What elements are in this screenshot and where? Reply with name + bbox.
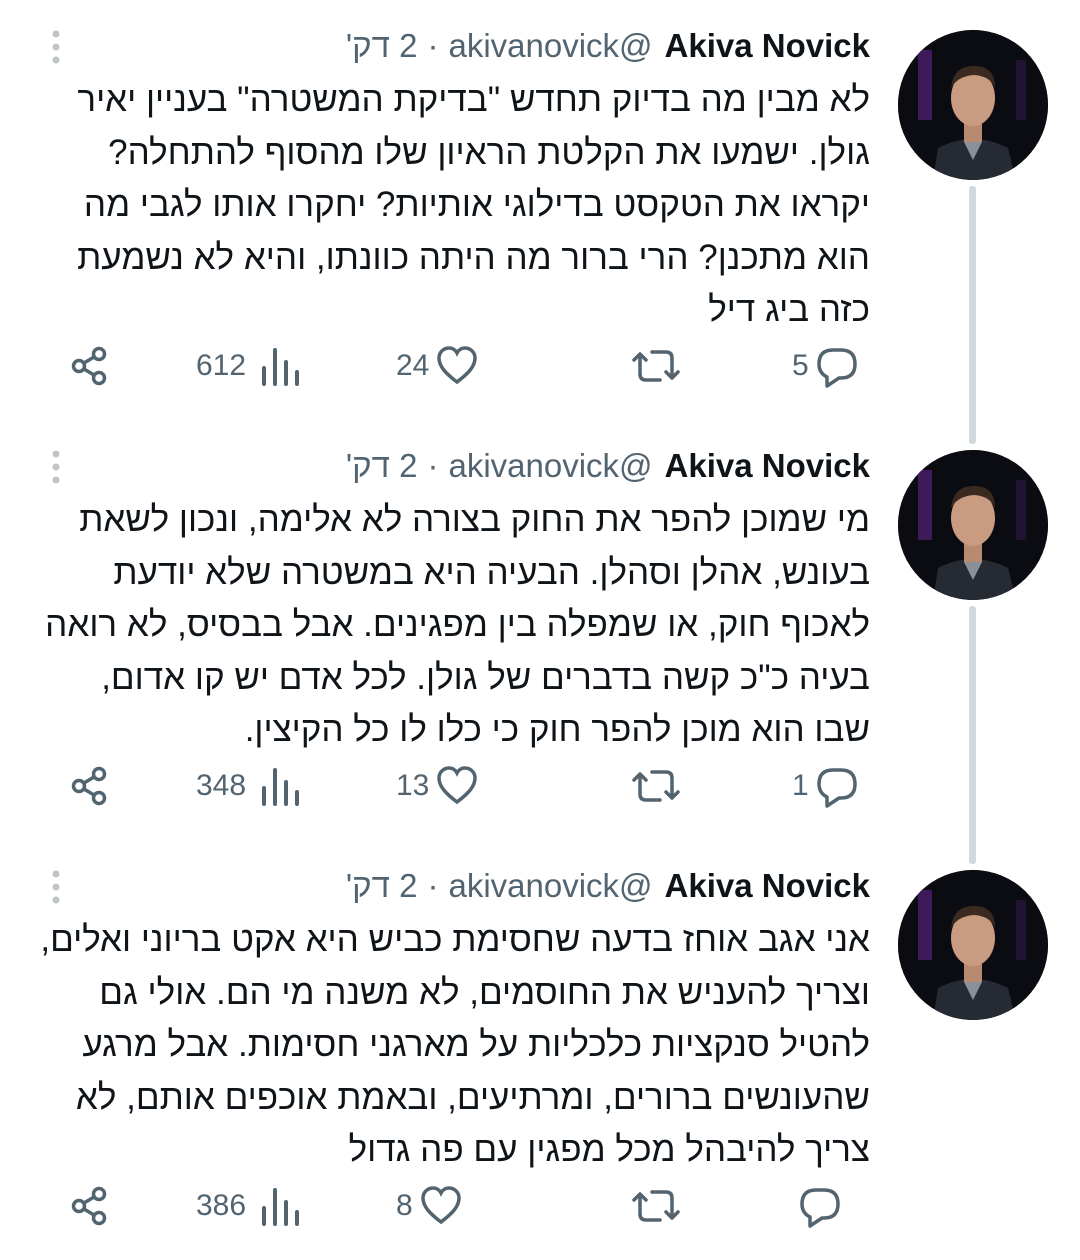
likes-count: 8 [396, 1189, 413, 1222]
reply-button[interactable]: 5 [792, 336, 859, 396]
like-button[interactable]: 13 [396, 756, 479, 816]
views-count: 348 [196, 769, 247, 802]
more-vertical-icon[interactable] [42, 870, 70, 904]
replies-count: 5 [792, 349, 809, 382]
retweet-button[interactable] [630, 336, 682, 396]
tweet-actions: 386 8 [0, 1176, 1080, 1236]
like-button[interactable]: 24 [396, 336, 479, 396]
views-button[interactable]: 612 [196, 336, 302, 396]
thread-line [969, 606, 976, 864]
heart-icon [437, 766, 478, 805]
views-button[interactable]: 348 [196, 756, 302, 816]
views-icon [262, 1188, 300, 1226]
tweet-actions: 612 24 5 [0, 336, 1080, 396]
timestamp[interactable]: 2 דק' [346, 27, 418, 65]
share-icon [71, 1186, 107, 1226]
author-handle[interactable]: @akivanovick [448, 867, 652, 905]
separator: · [427, 867, 439, 904]
heart-icon [437, 346, 478, 385]
likes-count: 24 [396, 349, 430, 382]
timestamp[interactable]: 2 דק' [346, 447, 418, 485]
tweet[interactable]: Akiva Novick @akivanovick · 2 דק' מי שמו… [0, 420, 1080, 864]
avatar[interactable] [898, 30, 1048, 180]
likes-count: 13 [396, 769, 430, 802]
share-icon [71, 346, 107, 386]
thread-line [969, 186, 976, 444]
tweet-actions: 348 13 1 [0, 756, 1080, 816]
share-button[interactable] [68, 336, 112, 396]
retweet-icon [632, 770, 680, 802]
heart-icon [420, 1186, 461, 1225]
share-icon [71, 766, 107, 806]
views-count: 612 [196, 349, 247, 382]
author-name[interactable]: Akiva Novick [665, 447, 870, 485]
reply-button[interactable] [792, 1176, 842, 1236]
tweet[interactable]: Akiva Novick @akivanovick · 2 דק' אני אג… [0, 840, 1080, 1260]
share-button[interactable] [68, 756, 112, 816]
author-name[interactable]: Akiva Novick [665, 27, 870, 65]
avatar-photo [898, 870, 1048, 1020]
views-icon [262, 348, 300, 386]
share-button[interactable] [68, 1176, 112, 1236]
tweet-text: אני אגב אוחז בדעה שחסימת כביש היא אקט בר… [30, 920, 870, 1169]
tweet-text: לא מבין מה בדיוק תחדש "בדיקת המשטרה" בענ… [67, 80, 870, 329]
views-icon [262, 768, 300, 806]
author-handle[interactable]: @akivanovick [448, 27, 652, 65]
retweet-button[interactable] [630, 1176, 682, 1236]
like-button[interactable]: 8 [396, 1176, 463, 1236]
reply-icon [800, 1188, 840, 1228]
tweet-text: מי שמוכן להפר את החוק בצורה לא אלימה, ונ… [35, 500, 870, 749]
reply-icon [816, 768, 857, 808]
tweet-header: Akiva Novick @akivanovick · 2 דק' [346, 446, 870, 486]
avatar-photo [898, 30, 1048, 180]
views-button[interactable]: 386 [196, 1176, 302, 1236]
retweet-button[interactable] [630, 756, 682, 816]
reply-button[interactable]: 1 [792, 756, 859, 816]
more-vertical-icon[interactable] [42, 30, 70, 64]
reply-icon [816, 348, 857, 388]
separator: · [427, 447, 439, 484]
tweet-header: Akiva Novick @akivanovick · 2 דק' [346, 866, 870, 906]
avatar[interactable] [898, 870, 1048, 1020]
replies-count: 1 [792, 769, 809, 802]
more-vertical-icon[interactable] [42, 450, 70, 484]
separator: · [427, 27, 439, 64]
avatar-photo [898, 450, 1048, 600]
avatar[interactable] [898, 450, 1048, 600]
timestamp[interactable]: 2 דק' [346, 867, 418, 905]
author-name[interactable]: Akiva Novick [665, 867, 870, 905]
tweet[interactable]: Akiva Novick @akivanovick · 2 דק' לא מבי… [0, 0, 1080, 444]
tweet-header: Akiva Novick @akivanovick · 2 דק' [346, 26, 870, 66]
author-handle[interactable]: @akivanovick [448, 447, 652, 485]
retweet-icon [632, 350, 680, 382]
retweet-icon [632, 1190, 680, 1222]
views-count: 386 [196, 1189, 247, 1222]
